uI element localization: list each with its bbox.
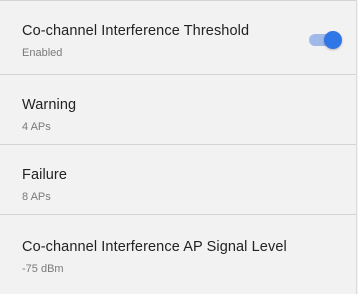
toggle-thumb [324,31,342,49]
warning-row[interactable]: Warning 4 APs [0,75,356,145]
interference-threshold-row[interactable]: Co-channel Interference Threshold Enable… [0,0,356,75]
failure-title: Failure [22,167,68,183]
settings-panel: Co-channel Interference Threshold Enable… [0,0,357,294]
warning-value: 4 APs [22,121,51,133]
failure-row[interactable]: Failure 8 APs [0,145,356,215]
failure-value: 8 APs [22,191,51,203]
interference-threshold-status: Enabled [22,47,63,59]
interference-threshold-toggle[interactable] [307,31,342,49]
signal-level-value: -75 dBm [22,263,64,275]
interference-threshold-title: Co-channel Interference Threshold [22,23,250,39]
signal-level-title: Co-channel Interference AP Signal Level [22,239,287,255]
signal-level-row[interactable]: Co-channel Interference AP Signal Level … [0,215,356,294]
warning-title: Warning [22,97,77,113]
